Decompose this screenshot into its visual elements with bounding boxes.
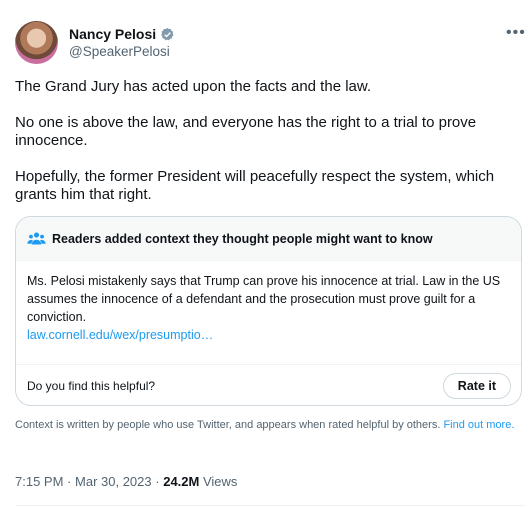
meta-separator: · <box>155 474 160 489</box>
author-name-row: Nancy Pelosi <box>69 26 175 42</box>
divider <box>15 505 525 506</box>
verified-badge-icon <box>161 27 174 40</box>
meta-separator: · <box>67 474 72 489</box>
community-note-body: Ms. Pelosi mistakenly says that Trump ca… <box>16 261 521 365</box>
helpful-question: Do you find this helpful? <box>27 378 156 393</box>
community-note-card: Readers added context they thought peopl… <box>15 216 522 406</box>
tweet-paragraph: The Grand Jury has acted upon the facts … <box>15 78 372 95</box>
author-handle[interactable]: @SpeakerPelosi <box>69 44 170 59</box>
tweet-time[interactable]: 7:15 PM <box>15 474 63 489</box>
tweet-meta: 7:15 PM · Mar 30, 2023 · 24.2M Views <box>15 474 237 489</box>
author-display-name[interactable]: Nancy Pelosi <box>69 26 156 42</box>
community-note-header: Readers added context they thought peopl… <box>16 217 521 261</box>
community-note-title: Readers added context they thought peopl… <box>52 231 433 246</box>
find-out-more-link[interactable]: Find out more. <box>443 419 514 431</box>
disclaimer-text: Context is written by people who use Twi… <box>15 419 441 431</box>
tweet-text: The Grand Jury has acted upon the facts … <box>15 78 527 222</box>
community-note-link[interactable]: law.cornell.edu/wex/presumptio… <box>27 326 510 344</box>
tweet-date[interactable]: Mar 30, 2023 <box>75 474 152 489</box>
tweet-paragraph: Hopefully, the former President will pea… <box>15 168 499 203</box>
community-note-text: Ms. Pelosi mistakenly says that Trump ca… <box>27 274 501 324</box>
community-note-disclaimer: Context is written by people who use Twi… <box>15 418 520 433</box>
views-count: 24.2M <box>163 474 200 489</box>
views-label: Views <box>202 474 238 489</box>
community-note-footer: Do you find this helpful? Rate it <box>16 365 521 405</box>
rate-it-button[interactable]: Rate it <box>442 372 511 399</box>
people-icon <box>27 232 46 245</box>
more-options-icon[interactable]: ••• <box>506 24 526 42</box>
tweet-paragraph: No one is above the law, and everyone ha… <box>15 114 481 149</box>
avatar[interactable] <box>15 21 58 64</box>
